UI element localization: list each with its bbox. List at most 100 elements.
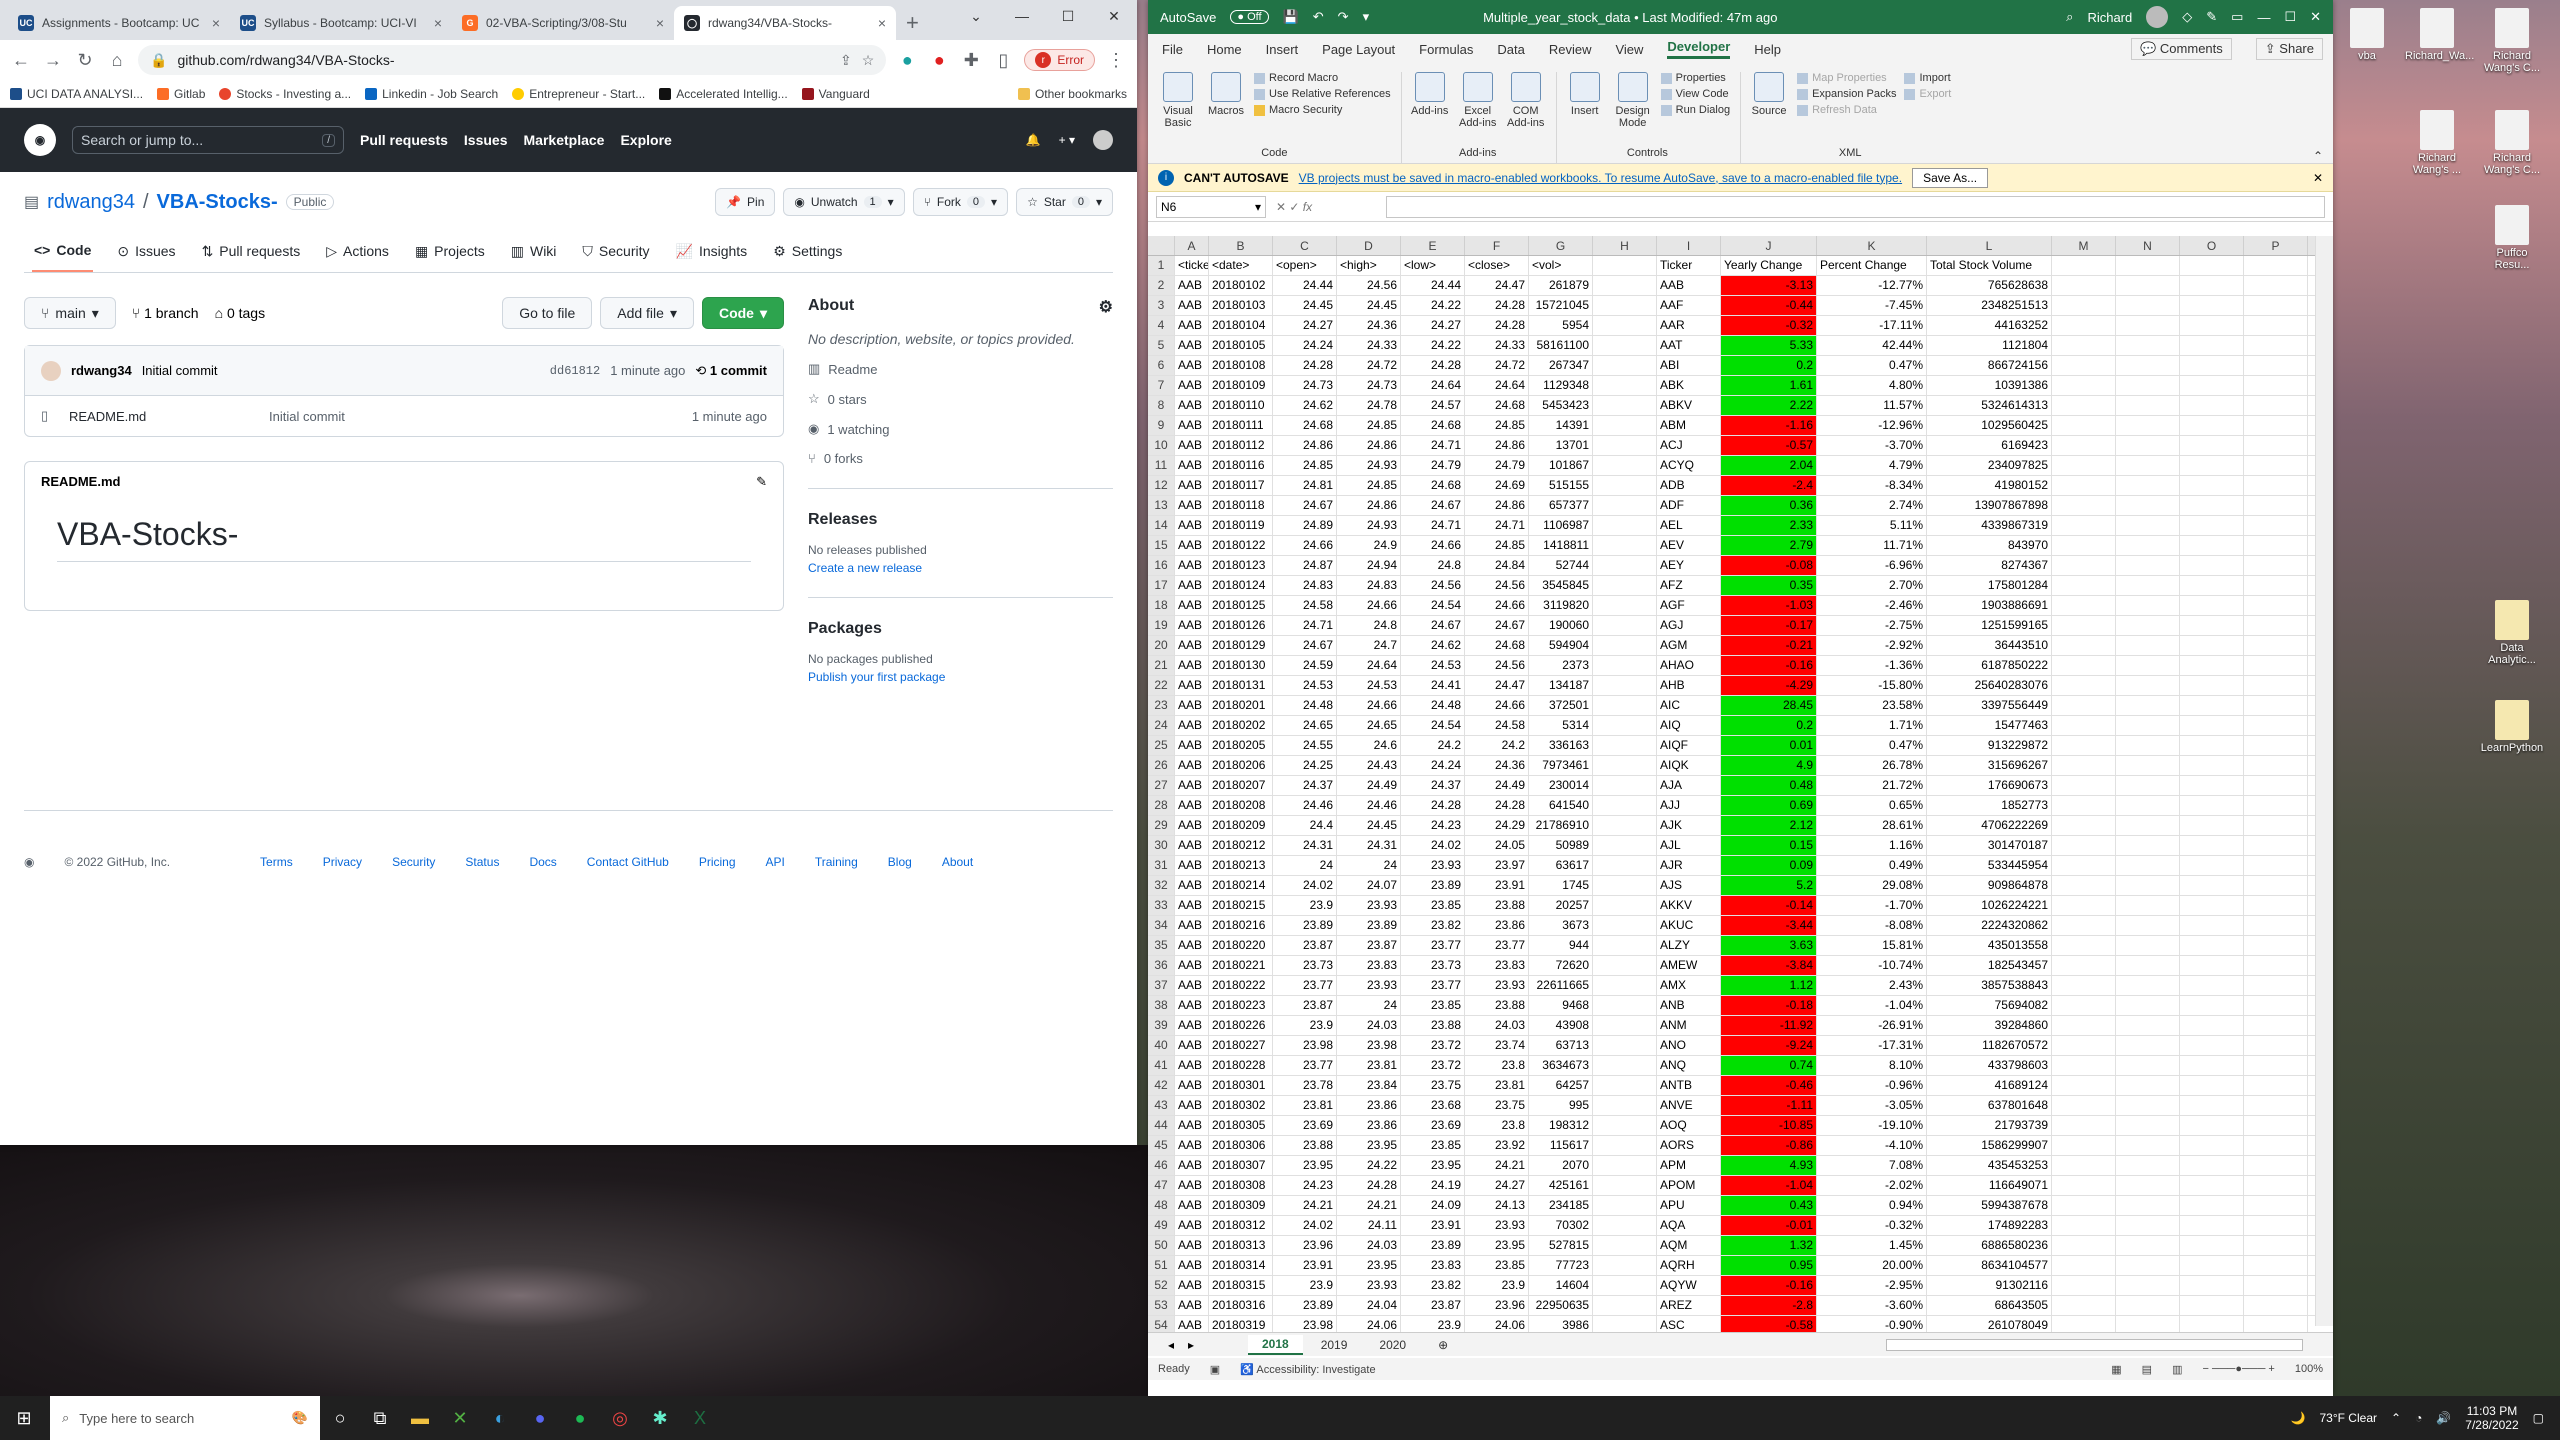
add-sheet-icon[interactable]: ⊕ bbox=[1424, 1336, 1462, 1354]
cell[interactable] bbox=[1593, 756, 1657, 775]
cell[interactable]: 52744 bbox=[1529, 556, 1593, 575]
cell[interactable] bbox=[2116, 816, 2180, 835]
cell[interactable]: 23.83 bbox=[1465, 956, 1529, 975]
cell[interactable] bbox=[2116, 276, 2180, 295]
cell[interactable] bbox=[1593, 996, 1657, 1015]
cell[interactable] bbox=[2116, 1076, 2180, 1095]
cell[interactable]: 0.35 bbox=[1721, 576, 1817, 595]
cell[interactable]: AGF bbox=[1657, 596, 1721, 615]
cell[interactable]: 2.70% bbox=[1817, 576, 1927, 595]
autosave-toggle[interactable]: ● Off bbox=[1230, 10, 1269, 24]
row-header[interactable]: 10 bbox=[1148, 436, 1175, 455]
cell[interactable]: 24.68 bbox=[1465, 396, 1529, 415]
cell[interactable]: 24.87 bbox=[1273, 556, 1337, 575]
cell[interactable]: 0.74 bbox=[1721, 1056, 1817, 1075]
cell[interactable]: 20180216 bbox=[1209, 916, 1273, 935]
cell[interactable]: 3634673 bbox=[1529, 1056, 1593, 1075]
cell[interactable] bbox=[2052, 936, 2116, 955]
cell[interactable]: 20180202 bbox=[1209, 716, 1273, 735]
cell[interactable]: -3.60% bbox=[1817, 1296, 1927, 1315]
cell[interactable]: 23.73 bbox=[1273, 956, 1337, 975]
cell[interactable]: -2.75% bbox=[1817, 616, 1927, 635]
nav-explore[interactable]: Explore bbox=[620, 132, 671, 148]
cell[interactable]: 134187 bbox=[1529, 676, 1593, 695]
cell[interactable]: 0.01 bbox=[1721, 736, 1817, 755]
cell[interactable] bbox=[2180, 396, 2244, 415]
cell[interactable] bbox=[2244, 1036, 2308, 1055]
cell[interactable]: -8.08% bbox=[1817, 916, 1927, 935]
cell[interactable]: AIC bbox=[1657, 696, 1721, 715]
cell[interactable]: Ticker bbox=[1657, 256, 1721, 275]
taskbar-search[interactable]: ⌕ Type here to search 🎨 bbox=[50, 1396, 320, 1440]
design-mode-button[interactable]: Design Mode bbox=[1613, 72, 1653, 147]
cell[interactable]: 20180306 bbox=[1209, 1136, 1273, 1155]
cell[interactable]: 24.93 bbox=[1337, 516, 1401, 535]
row-header[interactable]: 25 bbox=[1148, 736, 1175, 755]
cell[interactable]: 24.68 bbox=[1273, 416, 1337, 435]
cell[interactable]: 24.21 bbox=[1273, 1196, 1337, 1215]
cell[interactable] bbox=[2116, 676, 2180, 695]
cell[interactable] bbox=[2180, 1296, 2244, 1315]
row-header[interactable]: 35 bbox=[1148, 936, 1175, 955]
cell[interactable]: 44163252 bbox=[1927, 316, 2052, 335]
name-box[interactable]: N6 ▾ bbox=[1156, 195, 1266, 218]
cell[interactable] bbox=[2116, 296, 2180, 315]
cell[interactable] bbox=[1593, 1236, 1657, 1255]
cell[interactable]: -0.32 bbox=[1721, 316, 1817, 335]
cell[interactable]: 2.33 bbox=[1721, 516, 1817, 535]
cell[interactable]: 20180302 bbox=[1209, 1096, 1273, 1115]
cell[interactable] bbox=[2244, 796, 2308, 815]
excel-icon[interactable]: X bbox=[680, 1396, 720, 1440]
cell[interactable] bbox=[2116, 1276, 2180, 1295]
cell[interactable]: AIQ bbox=[1657, 716, 1721, 735]
cell[interactable]: 23.75 bbox=[1401, 1076, 1465, 1095]
cell[interactable]: 5954 bbox=[1529, 316, 1593, 335]
cell[interactable]: AAB bbox=[1175, 1096, 1209, 1115]
cell[interactable]: 24.2 bbox=[1401, 736, 1465, 755]
fx-icon[interactable]: fx bbox=[1303, 200, 1312, 214]
cell[interactable]: AAB bbox=[1175, 1016, 1209, 1035]
cell[interactable] bbox=[2180, 876, 2244, 895]
cell[interactable] bbox=[2116, 1036, 2180, 1055]
forks-link[interactable]: ⑂ 0 forks bbox=[808, 451, 1113, 466]
branch-select-button[interactable]: ⑂ main ▾ bbox=[24, 297, 116, 329]
cell[interactable]: 23.88 bbox=[1273, 1136, 1337, 1155]
cell[interactable] bbox=[1593, 1156, 1657, 1175]
cell[interactable] bbox=[2116, 1096, 2180, 1115]
bookmark-item[interactable]: Accelerated Intellig... bbox=[659, 87, 788, 101]
tab-issues[interactable]: ⊙ Issues bbox=[115, 234, 177, 272]
cell[interactable]: 24.85 bbox=[1465, 536, 1529, 555]
cell[interactable] bbox=[2180, 376, 2244, 395]
cell[interactable] bbox=[2052, 496, 2116, 515]
row-header[interactable]: 18 bbox=[1148, 596, 1175, 615]
nav-issues[interactable]: Issues bbox=[464, 132, 508, 148]
cell[interactable]: 24.62 bbox=[1273, 396, 1337, 415]
cell[interactable] bbox=[2052, 836, 2116, 855]
cell[interactable] bbox=[2244, 536, 2308, 555]
cell[interactable]: 36443510 bbox=[1927, 636, 2052, 655]
github-logo-icon[interactable]: ◉ bbox=[24, 124, 56, 156]
cell[interactable]: 425161 bbox=[1529, 1176, 1593, 1195]
cell[interactable]: -0.44 bbox=[1721, 296, 1817, 315]
avatar[interactable] bbox=[2146, 6, 2169, 28]
cell[interactable]: 23.87 bbox=[1401, 1296, 1465, 1315]
cell[interactable]: 29.08% bbox=[1817, 876, 1927, 895]
cell[interactable]: 42.44% bbox=[1817, 336, 1927, 355]
cell[interactable]: 41689124 bbox=[1927, 1076, 2052, 1095]
cell[interactable] bbox=[2116, 716, 2180, 735]
cell[interactable]: 174892283 bbox=[1927, 1216, 2052, 1235]
cell[interactable]: 2.43% bbox=[1817, 976, 1927, 995]
cell[interactable]: -3.13 bbox=[1721, 276, 1817, 295]
packages-heading[interactable]: Packages bbox=[808, 620, 1113, 638]
cell[interactable] bbox=[2052, 1216, 2116, 1235]
cell[interactable] bbox=[2180, 956, 2244, 975]
row-header[interactable]: 38 bbox=[1148, 996, 1175, 1015]
cell[interactable]: -2.92% bbox=[1817, 636, 1927, 655]
cell[interactable] bbox=[2244, 936, 2308, 955]
cell[interactable]: AJS bbox=[1657, 876, 1721, 895]
cell[interactable] bbox=[1593, 516, 1657, 535]
cell[interactable]: AIQK bbox=[1657, 756, 1721, 775]
cell[interactable]: 8274367 bbox=[1927, 556, 2052, 575]
cell[interactable] bbox=[2052, 316, 2116, 335]
cell[interactable]: 23.98 bbox=[1337, 1036, 1401, 1055]
